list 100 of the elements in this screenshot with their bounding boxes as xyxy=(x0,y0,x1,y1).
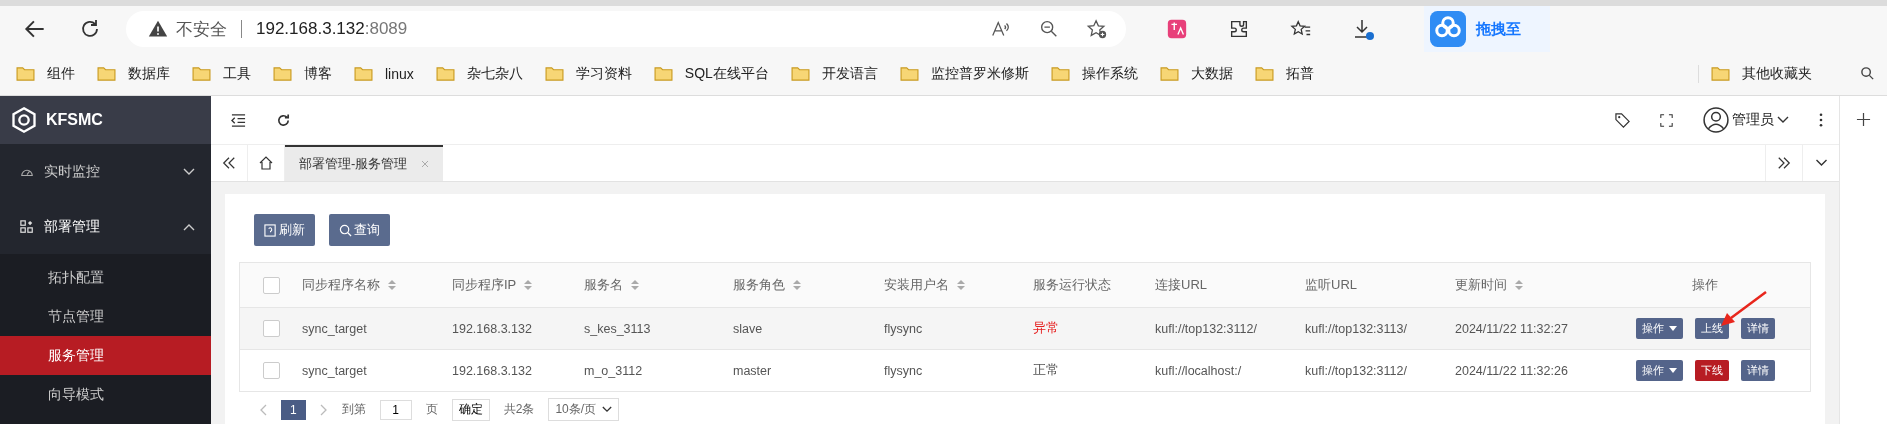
avatar-icon xyxy=(1703,107,1729,133)
page-size-select[interactable]: 10条/页 xyxy=(548,398,620,421)
page-input[interactable]: 1 xyxy=(379,399,412,420)
operations-dropdown[interactable]: 操作 xyxy=(1635,318,1683,339)
table-cell: m_o_3112 xyxy=(584,363,643,378)
add-icon[interactable] xyxy=(1856,112,1871,127)
sort-icon[interactable] xyxy=(631,279,639,291)
row-checkbox[interactable] xyxy=(262,320,280,337)
sort-icon[interactable] xyxy=(957,279,965,291)
table-cell: kufl://top132:3113/ xyxy=(1305,321,1407,336)
caret-icon xyxy=(1668,326,1677,331)
warning-icon xyxy=(148,19,168,39)
bookmark[interactable]: 开发语言 xyxy=(790,64,878,83)
details-button[interactable]: 详情 xyxy=(1740,318,1775,339)
column-header: 操作 xyxy=(1692,276,1718,294)
fullscreen-icon[interactable] xyxy=(1660,113,1673,127)
sort-icon[interactable] xyxy=(793,279,801,291)
refresh-icon[interactable] xyxy=(276,112,291,128)
details-button[interactable]: 详情 xyxy=(1740,360,1775,381)
extensions-icon[interactable] xyxy=(1228,18,1250,40)
confirm-button[interactable]: 确定 xyxy=(451,398,490,421)
table-cell: 2024/11/22 11:32:26 xyxy=(1455,363,1568,378)
bookmark[interactable]: 学习资料 xyxy=(544,64,632,83)
column-header: 服务名 xyxy=(584,276,623,294)
bookmark[interactable]: 操作系统 xyxy=(1050,64,1138,83)
sort-icon[interactable] xyxy=(1515,279,1523,291)
goto-label: 到第 xyxy=(341,401,366,418)
sidebar-menu[interactable]: 实时监控 xyxy=(0,144,211,199)
user-menu[interactable]: 管理员 xyxy=(1703,107,1789,133)
bookmark[interactable]: 数据库 xyxy=(97,64,170,83)
query-button[interactable]: 查询 xyxy=(329,214,390,246)
column-header: 服务角色 xyxy=(733,276,785,294)
favorite-add-icon[interactable] xyxy=(1086,18,1108,40)
table-cell: kufl://top132:3112/ xyxy=(1305,363,1407,378)
folder-icon xyxy=(1159,66,1179,81)
caret-icon xyxy=(1777,116,1789,124)
bookmark[interactable]: 拓普 xyxy=(1254,64,1314,83)
sidebar-item[interactable]: 节点管理 xyxy=(0,297,211,336)
table-cell: 192.168.3.132 xyxy=(452,363,532,378)
translate-icon[interactable] xyxy=(1166,18,1188,40)
operations-dropdown[interactable]: 操作 xyxy=(1635,360,1683,381)
column-header: 同步程序IP xyxy=(452,276,517,294)
column-header: 更新时间 xyxy=(1455,276,1507,294)
bookmark[interactable]: 其他收藏夹 xyxy=(1698,64,1812,83)
folder-icon xyxy=(192,66,211,81)
double-chevron-left-icon xyxy=(222,156,236,170)
security-label: 不安全 xyxy=(176,18,227,41)
grid-icon xyxy=(20,219,34,234)
bookmark[interactable]: 监控普罗米修斯 xyxy=(899,64,1029,83)
caret-icon xyxy=(1668,368,1677,373)
bookmark[interactable]: 博客 xyxy=(273,64,332,83)
table-cell: sync_target xyxy=(302,363,367,378)
address-bar[interactable]: 不安全 192.168.3.132:8089 xyxy=(126,11,1126,47)
folder-icon xyxy=(16,66,35,81)
bookmark[interactable]: SQL在线平台 xyxy=(653,64,769,83)
sort-icon[interactable] xyxy=(388,279,396,291)
logo-icon xyxy=(10,106,38,134)
sidebar-item[interactable]: 拓扑配置 xyxy=(0,258,211,297)
table-cell: s_kes_3113 xyxy=(584,321,651,336)
table-cell: flysync xyxy=(884,363,923,378)
table-cell: flysync xyxy=(884,321,923,336)
refresh-button[interactable]: 刷新 xyxy=(254,214,315,246)
page-unit-label: 页 xyxy=(425,401,438,418)
collapse-menu-icon[interactable] xyxy=(231,112,246,128)
total-count: 共2条 xyxy=(503,401,535,418)
bookmark[interactable]: 杂七杂八 xyxy=(435,64,523,83)
bookmark[interactable]: 组件 xyxy=(16,64,75,83)
table-cell: 2024/11/22 11:32:27 xyxy=(1455,321,1568,336)
page-number[interactable]: 1 xyxy=(281,399,306,420)
bookmark[interactable]: 大数据 xyxy=(1159,64,1233,83)
sidebar-item[interactable]: 服务管理 xyxy=(0,336,211,375)
bookmark[interactable]: linux xyxy=(354,65,414,82)
download-icon[interactable] xyxy=(1352,17,1376,41)
folder-icon xyxy=(899,66,919,81)
search-icon[interactable] xyxy=(1860,66,1875,81)
folder-icon xyxy=(790,66,810,81)
bookmark[interactable]: 工具 xyxy=(192,64,251,83)
table-cell: kufl://top132:3112/ xyxy=(1155,321,1257,336)
more-icon[interactable] xyxy=(1819,113,1823,127)
sidebar-item[interactable]: 向导模式 xyxy=(0,375,211,414)
status-text: 正常 xyxy=(1033,362,1059,379)
offline-button[interactable]: 下线 xyxy=(1694,360,1729,381)
folder-icon xyxy=(97,66,116,81)
column-header: 监听URL xyxy=(1305,276,1357,294)
url-text: 192.168.3.132:8089 xyxy=(256,19,408,39)
sidebar-menu[interactable]: 部署管理 xyxy=(0,199,211,254)
search-icon xyxy=(339,223,352,237)
folder-icon xyxy=(435,66,455,81)
sort-icon[interactable] xyxy=(524,279,533,291)
folder-icon xyxy=(653,66,673,81)
caret-icon xyxy=(602,406,613,413)
home-icon xyxy=(258,155,274,171)
column-header: 同步程序名称 xyxy=(302,276,380,294)
tag-icon[interactable] xyxy=(1615,112,1630,128)
row-checkbox[interactable] xyxy=(262,362,280,379)
netdisk-popup[interactable]: 拖拽至 xyxy=(1424,6,1550,52)
page-tab[interactable]: 部署管理-服务管理 xyxy=(285,145,444,181)
select-all-checkbox[interactable] xyxy=(262,276,280,294)
table-cell: 192.168.3.132 xyxy=(452,321,532,336)
online-button[interactable]: 上线 xyxy=(1694,318,1729,339)
